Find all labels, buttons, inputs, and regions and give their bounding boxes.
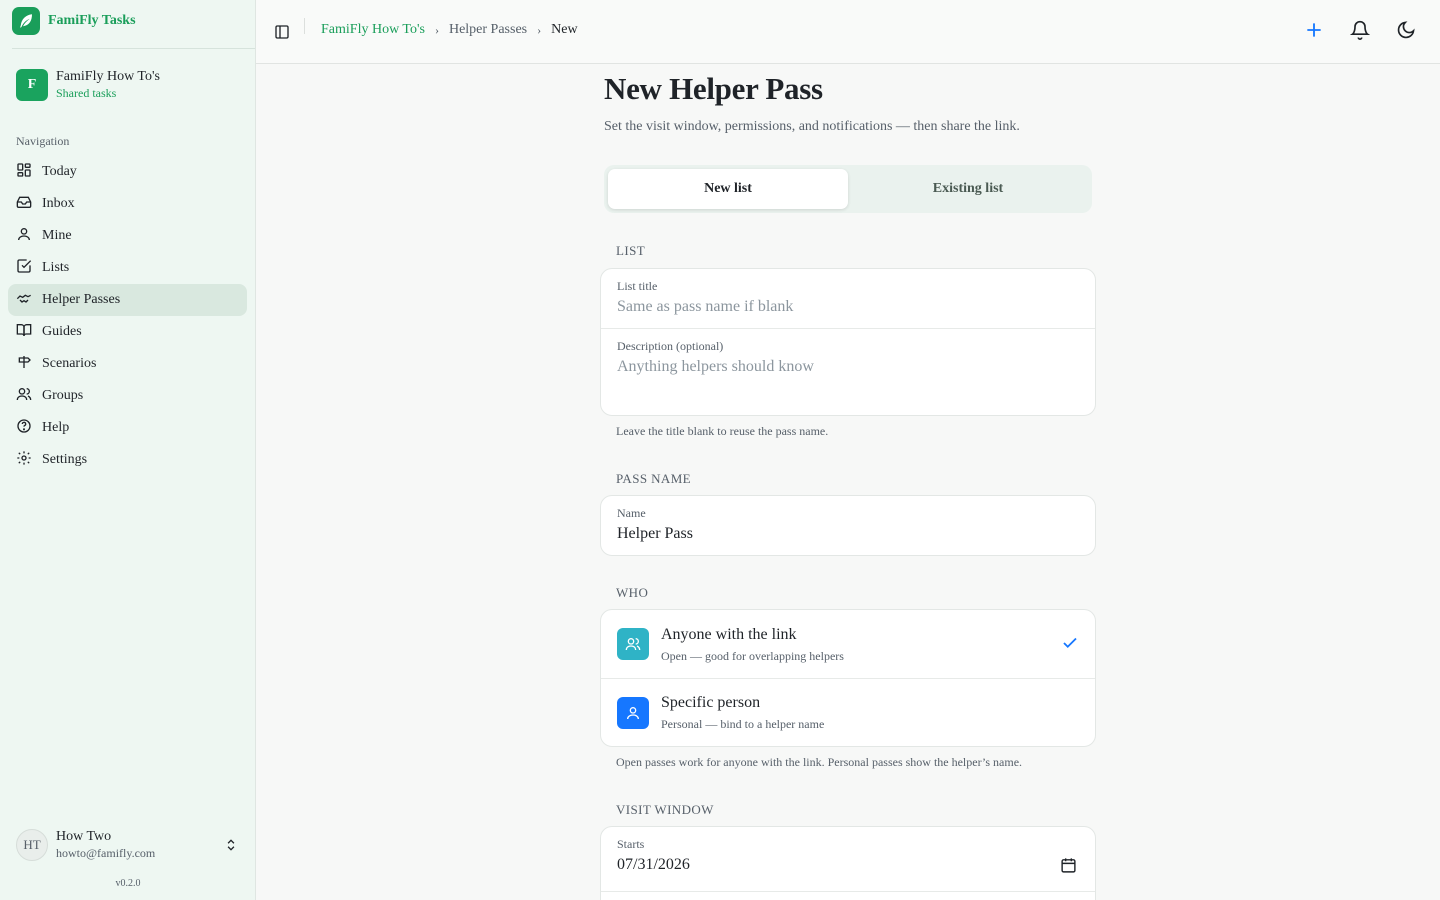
sidebar-item-label: Lists (42, 260, 70, 275)
sidebar-item-label: Today (42, 164, 77, 179)
sidebar-item-label: Groups (42, 388, 84, 403)
brand-name: FamiFly Tasks (48, 13, 136, 28)
who-help-text: Open passes work for anyone with the lin… (616, 755, 1023, 769)
description-textarea[interactable]: Anything helpers should know (617, 356, 1079, 378)
list-title-input[interactable]: Same as pass name if blank (617, 296, 1079, 318)
sidebar-item-today[interactable]: Today (8, 156, 247, 188)
sidebar-item-groups[interactable]: Groups (8, 380, 247, 412)
avatar: HT (16, 829, 48, 861)
who-card: Anyone with the link Open — good for ove… (600, 609, 1096, 747)
workspace-title: FamiFly How To's (56, 69, 160, 84)
plus-icon[interactable] (1304, 20, 1324, 40)
bell-icon[interactable] (1350, 20, 1370, 40)
sidebar-item-label: Mine (42, 228, 72, 243)
sidebar-item-label: Inbox (42, 196, 75, 211)
sidebar-item-inbox[interactable]: Inbox (8, 188, 247, 220)
book-icon (16, 322, 32, 343)
gear-icon (16, 450, 32, 471)
ends-field[interactable] (601, 891, 1095, 900)
sidebar-item-help[interactable]: Help (8, 412, 247, 444)
field-label: Name (617, 506, 646, 520)
checkbox-icon (16, 258, 32, 279)
sidebar-nav: Today Inbox Mine Lists Helper Passes Gui… (8, 156, 247, 476)
inbox-icon (16, 194, 32, 215)
option-title: Anyone with the link (661, 625, 797, 643)
list-mode-tabs: New list Existing list (604, 165, 1092, 213)
check-icon (1061, 634, 1079, 657)
breadcrumb-helper-passes[interactable]: Helper Passes (449, 22, 527, 38)
field-label: Starts (617, 837, 645, 851)
option-subtitle: Personal — bind to a helper name (661, 717, 825, 731)
breadcrumb-current: New (551, 22, 578, 37)
tab-existing-list[interactable]: Existing list (848, 169, 1088, 209)
user-icon (16, 226, 32, 247)
field-label: List title (617, 279, 658, 293)
user-email: howto@famifly.com (56, 846, 156, 860)
help-circle-icon (16, 418, 32, 439)
signpost-icon (16, 354, 32, 375)
visit-window-card: Starts 07/31/2026 (600, 826, 1096, 900)
sidebar-item-label: Help (42, 420, 70, 435)
divider (12, 48, 255, 49)
section-label-visit-window: Visit window (616, 802, 714, 817)
pass-name-input[interactable]: Helper Pass (617, 523, 1079, 545)
section-label-who: Who (616, 585, 649, 600)
users-icon (617, 628, 649, 660)
users-icon (16, 386, 32, 407)
workspace-avatar: F (16, 69, 48, 101)
starts-date-input[interactable]: 07/31/2026 (617, 854, 1079, 876)
section-label-pass-name: Pass name (616, 471, 692, 486)
chevrons-up-down-icon[interactable] (224, 837, 238, 858)
sidebar-item-scenarios[interactable]: Scenarios (8, 348, 247, 380)
sidebar-item-mine[interactable]: Mine (8, 220, 247, 252)
sidebar-item-helper-passes[interactable]: Helper Passes (8, 284, 247, 316)
pass-name-card: Name Helper Pass (600, 495, 1096, 556)
breadcrumb: FamiFly How To's › Helper Passes › New (321, 22, 578, 38)
page-title: New Helper Pass (604, 71, 823, 106)
nav-section-label: Navigation (16, 134, 70, 148)
app-version: v0.2.0 (115, 878, 141, 889)
sidebar-item-label: Guides (42, 324, 82, 339)
main-content: New Helper Pass Set the visit window, pe… (256, 65, 1440, 900)
workspace-subtitle: Shared tasks (56, 86, 117, 100)
sidebar-item-label: Scenarios (42, 356, 97, 371)
header-actions (1304, 20, 1416, 40)
brand[interactable]: FamiFly Tasks (12, 7, 136, 35)
user-icon (617, 696, 649, 729)
user-menu[interactable]: HT How Two howto@famifly.com (16, 828, 240, 862)
sidebar: FamiFly Tasks F FamiFly How To's Shared … (0, 0, 256, 900)
sidebar-item-guides[interactable]: Guides (8, 316, 247, 348)
user-name: How Two (56, 829, 112, 844)
chevron-right-icon: › (537, 22, 542, 37)
sidebar-item-settings[interactable]: Settings (8, 444, 247, 476)
option-specific-person[interactable]: Specific person Personal — bind to a hel… (601, 678, 1095, 746)
handshake-icon (16, 290, 32, 311)
field-label: Description (optional) (617, 339, 724, 353)
calendar-icon[interactable] (1060, 857, 1077, 879)
list-help-text: Leave the title blank to reuse the pass … (616, 424, 829, 438)
description-field[interactable]: Description (optional) Anything helpers … (601, 328, 1095, 415)
feather-logo-icon (12, 7, 40, 35)
grid-icon (16, 162, 32, 183)
sidebar-item-lists[interactable]: Lists (8, 252, 247, 284)
top-bar: FamiFly How To's › Helper Passes › New (256, 0, 1440, 64)
option-subtitle: Open — good for overlapping helpers (661, 648, 844, 663)
workspace-switcher[interactable]: F FamiFly How To's Shared tasks (16, 68, 160, 102)
breadcrumb-workspace[interactable]: FamiFly How To's (321, 22, 425, 38)
list-card: List title Same as pass name if blank De… (600, 268, 1096, 416)
option-title: Specific person (661, 694, 761, 711)
option-anyone-with-link[interactable]: Anyone with the link Open — good for ove… (601, 610, 1095, 678)
pass-name-field[interactable]: Name Helper Pass (601, 496, 1095, 555)
sidebar-toggle-icon[interactable] (274, 24, 290, 40)
sidebar-item-label: Helper Passes (42, 292, 121, 307)
divider (304, 18, 305, 34)
list-title-field[interactable]: List title Same as pass name if blank (601, 269, 1095, 328)
starts-field[interactable]: Starts 07/31/2026 (601, 827, 1095, 891)
chevron-right-icon: › (434, 22, 439, 37)
section-label-list: List (616, 243, 646, 258)
moon-icon[interactable] (1396, 20, 1416, 40)
sidebar-item-label: Settings (42, 452, 88, 467)
page-subtitle: Set the visit window, permissions, and n… (604, 119, 1020, 134)
tab-new-list[interactable]: New list (608, 169, 848, 209)
